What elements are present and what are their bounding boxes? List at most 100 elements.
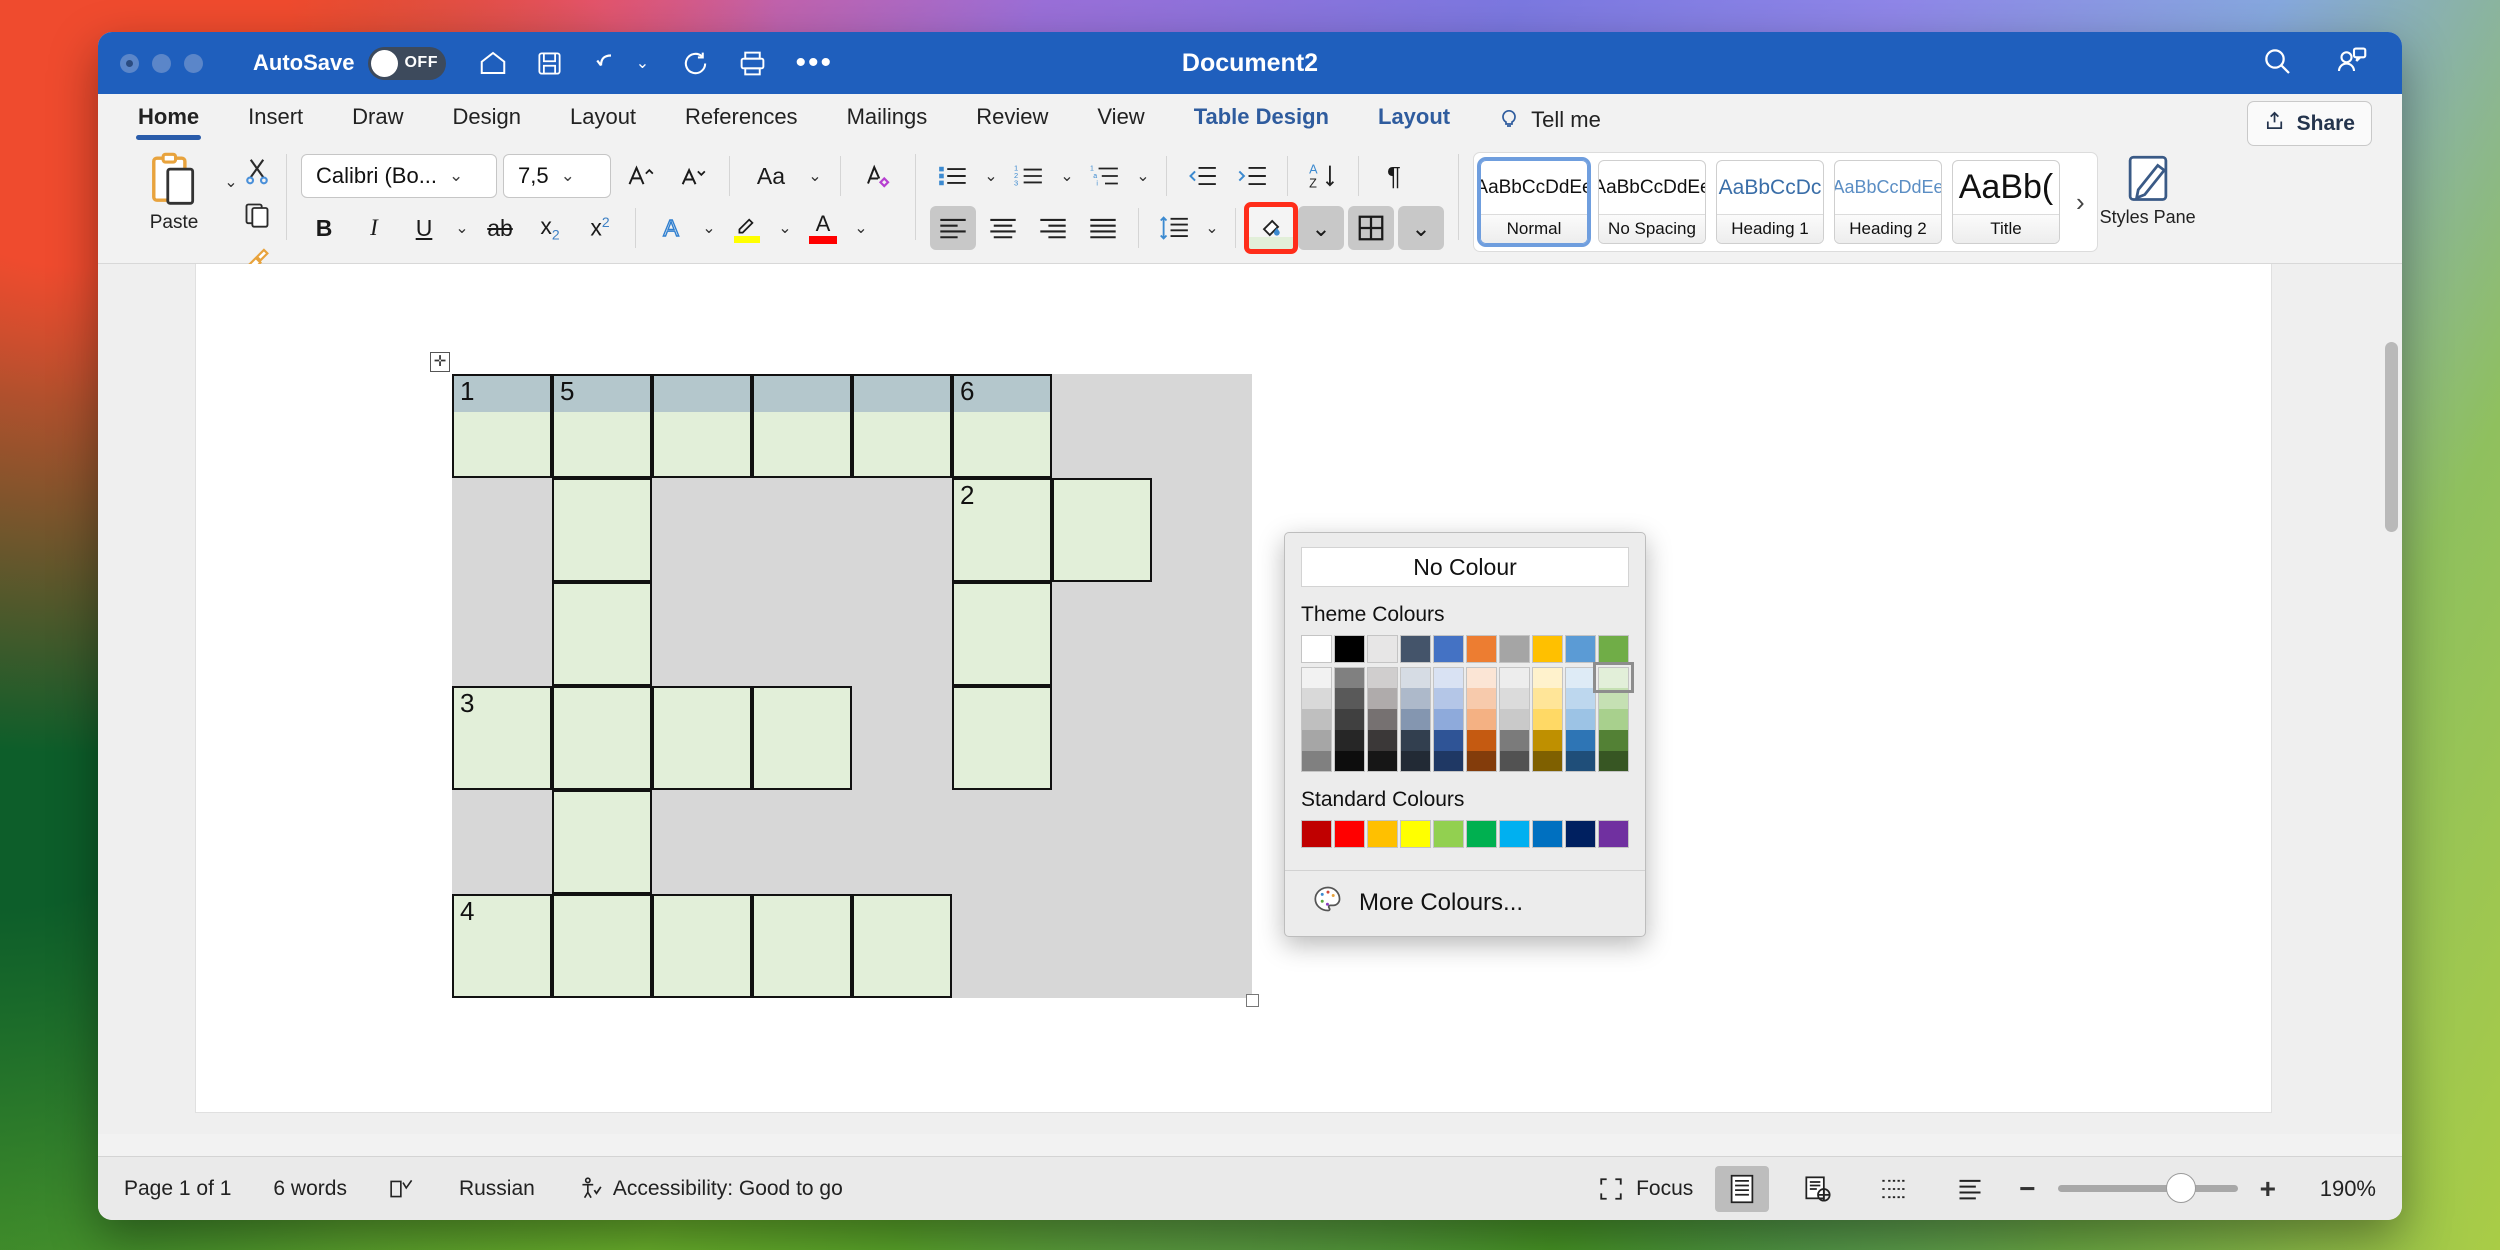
table-cell[interactable]	[552, 790, 652, 894]
more-icon[interactable]: •••	[795, 48, 833, 78]
theme-colour-swatch[interactable]	[1598, 635, 1629, 663]
highlight-button[interactable]	[724, 206, 770, 250]
cut-icon[interactable]	[242, 156, 272, 191]
theme-shade-swatch[interactable]	[1565, 730, 1596, 751]
more-colours-item[interactable]: More Colours...	[1285, 871, 1645, 936]
theme-shade-swatch[interactable]	[1499, 709, 1530, 730]
highlight-chevron-down-icon[interactable]: ⌄	[774, 218, 796, 238]
standard-colour-swatch[interactable]	[1334, 820, 1365, 848]
borders-chevron-down-icon[interactable]: ⌄	[1398, 206, 1444, 250]
tab-home[interactable]: Home	[136, 100, 202, 140]
document-page[interactable]: ✛ 1 5 6 2 3 4	[196, 264, 2271, 1112]
bold-button[interactable]: B	[301, 206, 347, 250]
theme-colour-swatch[interactable]	[1301, 635, 1332, 663]
theme-colour-swatch[interactable]	[1532, 635, 1563, 663]
superscript-button[interactable]: x2	[577, 206, 623, 250]
theme-shade-swatch[interactable]	[1499, 730, 1530, 751]
theme-shade-swatch[interactable]	[1565, 688, 1596, 709]
theme-colour-swatch[interactable]	[1334, 635, 1365, 663]
table-cell-selected[interactable]	[752, 374, 852, 412]
theme-shade-swatch[interactable]	[1400, 709, 1431, 730]
theme-shade-swatch[interactable]	[1367, 709, 1398, 730]
line-spacing-button[interactable]	[1151, 206, 1197, 250]
theme-shade-swatch[interactable]	[1367, 667, 1398, 688]
redo-icon[interactable]	[681, 49, 710, 78]
standard-colour-swatch[interactable]	[1565, 820, 1596, 848]
theme-shade-swatch[interactable]	[1565, 667, 1596, 688]
standard-colour-swatch[interactable]	[1466, 820, 1497, 848]
bullets-button[interactable]	[930, 154, 976, 198]
line-spacing-chevron-down-icon[interactable]: ⌄	[1201, 218, 1223, 238]
strikethrough-button[interactable]: ab	[477, 206, 523, 250]
theme-shade-swatch[interactable]	[1301, 667, 1332, 688]
theme-shade-swatch[interactable]	[1499, 751, 1530, 772]
theme-shade-swatch[interactable]	[1598, 730, 1629, 751]
vertical-scrollbar[interactable]	[2385, 272, 2398, 1092]
theme-colour-swatch[interactable]	[1499, 635, 1530, 663]
borders-button[interactable]	[1348, 206, 1394, 250]
theme-shade-swatch[interactable]	[1598, 709, 1629, 730]
align-left-button[interactable]	[930, 206, 976, 250]
font-colour-chevron-down-icon[interactable]: ⌄	[850, 218, 872, 238]
style-heading-2[interactable]: AaBbCcDdEe Heading 2	[1834, 160, 1942, 244]
clear-formatting-button[interactable]	[855, 154, 901, 198]
change-case-chevron-down-icon[interactable]: ⌄	[804, 166, 826, 186]
theme-shade-swatch[interactable]	[1532, 688, 1563, 709]
numbering-chevron-down-icon[interactable]: ⌄	[1056, 166, 1078, 186]
theme-shade-swatch[interactable]	[1565, 709, 1596, 730]
align-center-button[interactable]	[980, 206, 1026, 250]
tab-table-design[interactable]: Table Design	[1192, 100, 1331, 140]
theme-shade-swatch[interactable]	[1301, 730, 1332, 751]
theme-shade-swatch[interactable]	[1532, 730, 1563, 751]
tab-layout[interactable]: Layout	[568, 100, 638, 140]
italic-button[interactable]: I	[351, 206, 397, 250]
increase-indent-button[interactable]	[1229, 154, 1275, 198]
close-button[interactable]	[120, 53, 139, 73]
no-colour-button[interactable]: No Colour	[1301, 547, 1629, 587]
styles-pane-button[interactable]: Styles Pane	[2098, 146, 2198, 228]
minimize-button[interactable]	[152, 53, 171, 73]
decrease-indent-button[interactable]	[1179, 154, 1225, 198]
theme-shade-swatch[interactable]	[1532, 667, 1563, 688]
theme-shade-swatch[interactable]	[1532, 751, 1563, 772]
table-move-handle[interactable]: ✛	[430, 352, 450, 372]
show-formatting-marks-button[interactable]: ¶	[1371, 154, 1417, 198]
table-cell[interactable]	[1052, 478, 1152, 582]
theme-colour-swatch[interactable]	[1367, 635, 1398, 663]
sort-button[interactable]: AZ	[1300, 154, 1346, 198]
theme-shade-swatch[interactable]	[1400, 730, 1431, 751]
shading-chevron-down-icon[interactable]: ⌄	[1298, 206, 1344, 250]
theme-shade-swatch[interactable]	[1334, 730, 1365, 751]
tab-insert[interactable]: Insert	[246, 100, 305, 140]
table-cell-selected[interactable]	[852, 374, 952, 412]
zoom-out-button[interactable]: −	[2019, 1173, 2035, 1205]
theme-shade-swatch[interactable]	[1334, 688, 1365, 709]
table-cell[interactable]	[952, 686, 1052, 790]
theme-shade-swatch[interactable]	[1433, 709, 1464, 730]
theme-shade-swatch[interactable]	[1565, 751, 1596, 772]
tab-review[interactable]: Review	[974, 100, 1050, 140]
theme-shade-swatch[interactable]	[1400, 688, 1431, 709]
theme-shade-swatch[interactable]	[1301, 688, 1332, 709]
home-icon[interactable]	[478, 48, 508, 78]
standard-colour-swatch[interactable]	[1301, 820, 1332, 848]
style-heading-1[interactable]: AaBbCcDc Heading 1	[1716, 160, 1824, 244]
table-cell[interactable]	[852, 894, 952, 998]
style-title[interactable]: AaBb( Title	[1952, 160, 2060, 244]
save-icon[interactable]	[536, 50, 563, 77]
page-indicator[interactable]: Page 1 of 1	[124, 1177, 231, 1201]
tab-draw[interactable]: Draw	[350, 100, 405, 140]
subscript-button[interactable]: x2	[527, 206, 573, 250]
language-indicator[interactable]: Russian	[459, 1177, 535, 1201]
numbering-button[interactable]: 123	[1006, 154, 1052, 198]
outline-view-button[interactable]	[1867, 1166, 1921, 1212]
paste-button[interactable]: Paste	[128, 146, 220, 234]
theme-shade-swatch[interactable]	[1301, 709, 1332, 730]
theme-shade-swatch[interactable]	[1466, 688, 1497, 709]
shading-colour-dropdown[interactable]: No Colour Theme Colours Standard Colours	[1284, 532, 1646, 937]
theme-shade-swatch[interactable]	[1367, 688, 1398, 709]
theme-shade-swatch[interactable]	[1367, 751, 1398, 772]
autosave-toggle[interactable]: OFF	[368, 46, 447, 80]
grow-font-button[interactable]	[617, 154, 663, 198]
word-count[interactable]: 6 words	[273, 1177, 347, 1201]
